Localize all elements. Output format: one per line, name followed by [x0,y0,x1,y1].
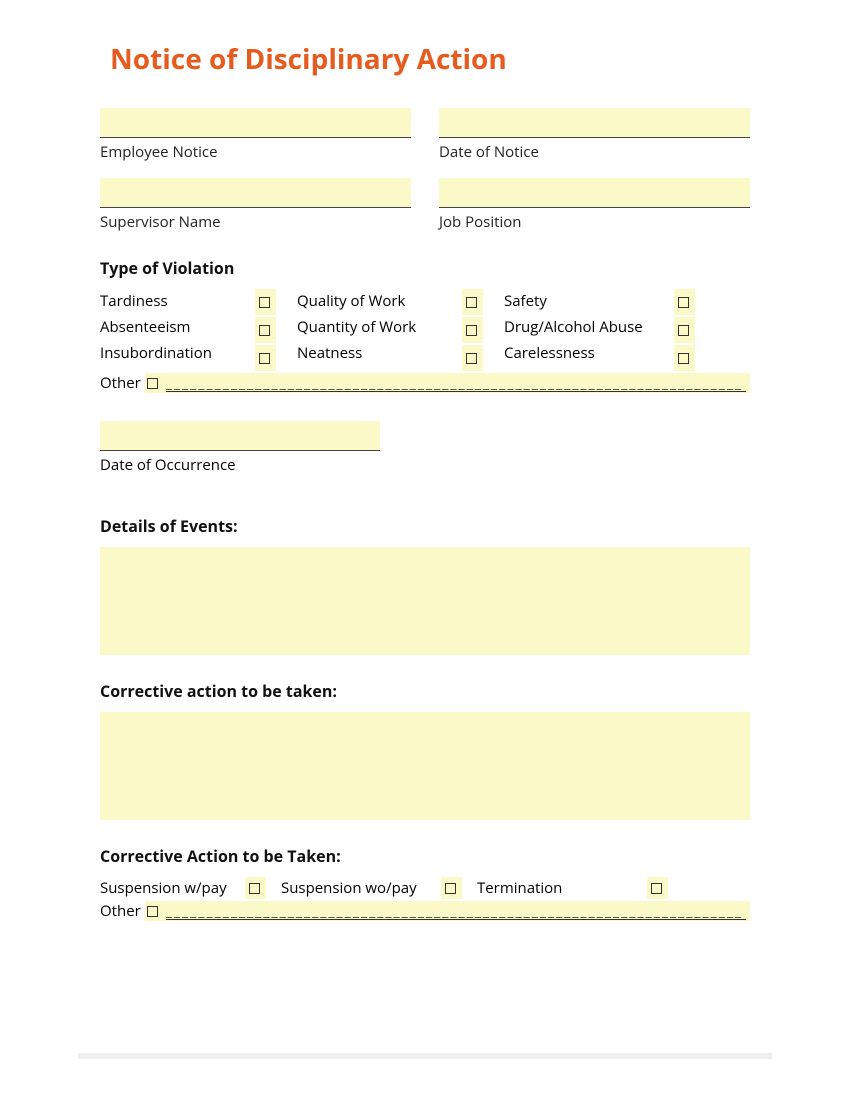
violation-tardiness-checkbox[interactable] [259,297,270,308]
details-of-events-input[interactable] [100,547,750,655]
corrective-action-checks-heading: Corrective Action to be Taken: [100,845,750,867]
violation-insubordination-checkbox[interactable] [259,353,270,364]
corrective-other-checkbox[interactable] [147,906,158,917]
corrective-suspension-w-pay-checkbox[interactable] [249,883,260,894]
employee-notice-input[interactable] [100,108,411,138]
violation-insubordination-label: Insubordination [100,341,255,365]
date-of-occurrence-label: Date of Occurrence [100,455,380,475]
corrective-action-text-heading: Corrective action to be taken: [100,680,750,702]
violation-absenteeism-label: Absenteeism [100,315,255,339]
corrective-suspension-wo-pay-label: Suspension wo/pay [281,878,441,898]
violation-quantity-label: Quantity of Work [297,315,462,339]
type-of-violation-heading: Type of Violation [100,257,750,279]
corrective-termination-checkbox[interactable] [651,883,662,894]
supervisor-name-label: Supervisor Name [100,212,411,232]
corrective-other-input[interactable]: ________________________________________… [166,902,746,920]
violation-other-input[interactable]: ________________________________________… [166,374,746,392]
date-of-notice-input[interactable] [439,108,750,138]
violation-other-checkbox[interactable] [147,378,158,389]
corrective-other-label: Other [100,901,145,921]
violation-safety-checkbox[interactable] [678,297,689,308]
job-position-label: Job Position [439,212,750,232]
violation-safety-label: Safety [504,289,674,313]
violation-absenteeism-checkbox[interactable] [259,325,270,336]
employee-notice-label: Employee Notice [100,142,411,162]
violation-tardiness-label: Tardiness [100,289,255,313]
corrective-action-text-input[interactable] [100,712,750,820]
corrective-suspension-w-pay-label: Suspension w/pay [100,878,245,898]
details-of-events-heading: Details of Events: [100,515,750,537]
date-of-notice-label: Date of Notice [439,142,750,162]
corrective-suspension-wo-pay-checkbox[interactable] [445,883,456,894]
violation-other-label: Other [100,373,145,393]
violation-carelessness-label: Carelessness [504,341,674,365]
violation-quality-checkbox[interactable] [466,297,477,308]
violation-carelessness-checkbox[interactable] [678,353,689,364]
violation-neatness-label: Neatness [297,341,462,365]
corrective-termination-label: Termination [477,878,647,898]
footer-divider [78,1053,772,1059]
page-title: Notice of Disciplinary Action [110,40,750,78]
job-position-input[interactable] [439,178,750,208]
violation-quality-label: Quality of Work [297,289,462,313]
supervisor-name-input[interactable] [100,178,411,208]
violation-quantity-checkbox[interactable] [466,325,477,336]
violation-drug-alcohol-checkbox[interactable] [678,325,689,336]
violation-drug-alcohol-label: Drug/Alcohol Abuse [504,315,674,339]
violation-neatness-checkbox[interactable] [466,353,477,364]
date-of-occurrence-input[interactable] [100,421,380,451]
